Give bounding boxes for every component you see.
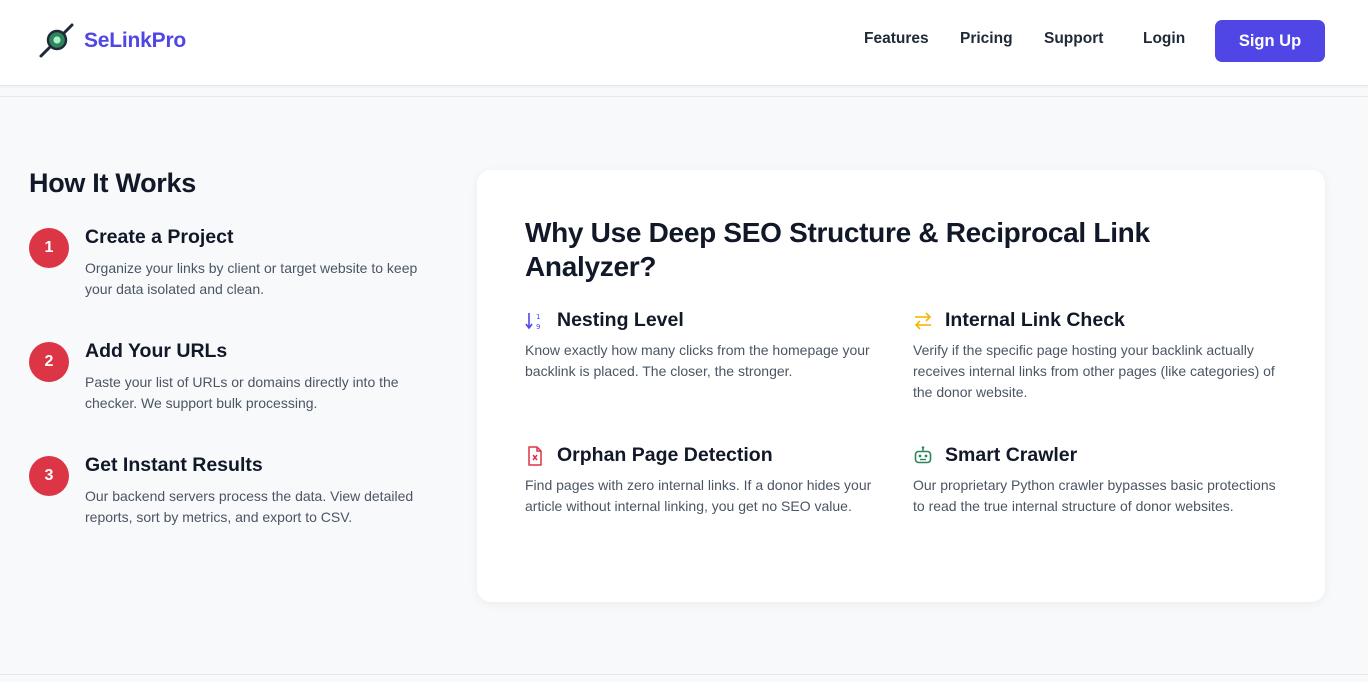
svg-text:1: 1 [536, 313, 540, 321]
robot-icon [913, 445, 933, 467]
footer-divider [0, 674, 1368, 675]
nav-login[interactable]: Login [1143, 30, 1185, 48]
step-description: Paste your list of URLs or domains direc… [85, 374, 399, 411]
feature-title: Internal Link Check [945, 309, 1125, 331]
brand-link[interactable]: SeLinkPro [36, 21, 186, 61]
why-use-title: Why Use Deep SEO Structure & Reciprocal … [525, 217, 1150, 282]
feature-title: Orphan Page Detection [557, 444, 773, 466]
why-use-card: Why Use Deep SEO Structure & Reciprocal … [477, 170, 1325, 602]
feature-description: Our proprietary Python crawler bypasses … [913, 477, 1276, 514]
signup-button[interactable]: Sign Up [1215, 20, 1325, 62]
how-it-works-title: How It Works [29, 168, 196, 198]
feature-description: Verify if the specific page hosting your… [913, 342, 1275, 400]
step-number-badge: 2 [29, 342, 69, 382]
step-description: Organize your links by client or target … [85, 260, 418, 297]
section-divider [0, 96, 1368, 97]
feature-title: Smart Crawler [945, 444, 1078, 466]
step-title: Add Your URLs [85, 340, 228, 362]
step-number-badge: 3 [29, 456, 69, 496]
link-logo-icon [36, 21, 76, 61]
top-header: SeLinkPro Features Pricing Support Login… [0, 0, 1368, 86]
feature-description: Find pages with zero internal links. If … [525, 477, 872, 514]
step-title: Get Instant Results [85, 454, 263, 476]
sort-numeric-icon: 1 9 [525, 310, 545, 332]
svg-text:9: 9 [536, 323, 540, 331]
how-it-works-section: How It Works 1 Create a Project Organize… [29, 168, 449, 525]
feature-description: Know exactly how many clicks from the ho… [525, 342, 870, 379]
step-number-badge: 1 [29, 228, 69, 268]
step-title: Create a Project [85, 226, 234, 248]
nav-pricing[interactable]: Pricing [960, 30, 1013, 48]
feature-title: Nesting Level [557, 309, 684, 331]
arrows-exchange-icon [913, 310, 933, 332]
nav-features[interactable]: Features [864, 30, 929, 48]
brand-name: SeLinkPro [84, 29, 187, 52]
step-description: Our backend servers process the data. Vi… [85, 488, 414, 525]
file-x-icon [525, 445, 545, 467]
nav-support[interactable]: Support [1044, 30, 1103, 48]
